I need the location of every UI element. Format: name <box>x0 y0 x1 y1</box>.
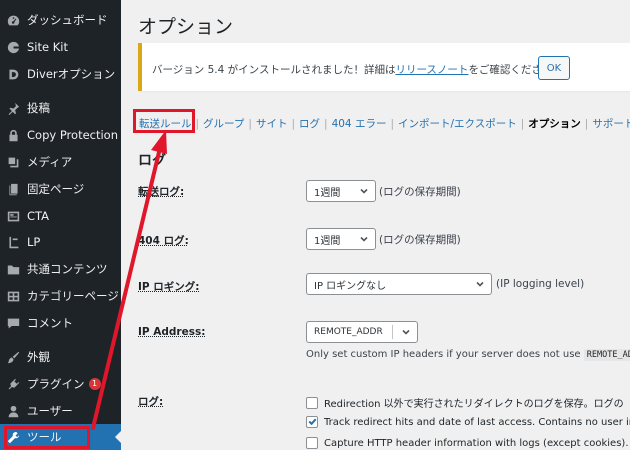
log-external-redirects-checkbox[interactable] <box>306 397 318 409</box>
plugin-update-badge: 1 <box>89 378 101 390</box>
sidebar-item-comments[interactable]: コメント <box>0 310 121 336</box>
select-divider <box>392 325 393 339</box>
log-404-select[interactable]: 1週間 <box>306 228 376 250</box>
comment-icon <box>6 316 20 330</box>
ip-address-select[interactable]: REMOTE_ADDR <box>306 321 418 343</box>
sidebar-item-dashboard[interactable]: ダッシュボード <box>0 7 121 33</box>
chevron-down-icon <box>360 187 368 195</box>
sidebar-item-label: 固定ページ <box>27 181 84 197</box>
dashboard-icon <box>6 13 20 27</box>
log-external-redirects-option[interactable]: Redirection 以外で実行されたリダイレクトのログを保存。ログの <box>306 395 624 410</box>
tab-sites[interactable]: サイト <box>256 118 288 130</box>
admin-sidebar: ダッシュボード Site Kit Diverオプション 投稿 Copy Prot… <box>0 0 121 450</box>
redirect-log-select[interactable]: 1週間 <box>306 180 376 202</box>
sidebar-item-users[interactable]: ユーザー <box>0 398 121 424</box>
page-icon <box>6 182 20 196</box>
sidebar-item-category-page[interactable]: カテゴリーページ <box>0 283 121 309</box>
sidebar-item-label: 外観 <box>27 349 50 365</box>
annotation-highlight-redirects-tab <box>133 109 195 133</box>
log-404-label: 404 ログ: <box>138 233 189 248</box>
log-options-label: ログ: <box>138 394 163 409</box>
diver-icon <box>6 67 20 81</box>
chevron-down-icon <box>402 328 410 336</box>
sidebar-item-pages[interactable]: 固定ページ <box>0 176 121 202</box>
redirection-subnav: 転送ルール | グループ | サイト | ログ | 404 エラー | インポート/エクスポート | オ… <box>139 116 630 131</box>
user-icon <box>6 404 20 418</box>
sidebar-item-media[interactable]: メディア <box>0 149 121 175</box>
sidebar-item-common-content[interactable]: 共通コンテンツ <box>0 256 121 282</box>
sidebar-item-diver-options[interactable]: Diverオプション <box>0 61 121 87</box>
annotation-highlight-tools-menu <box>4 426 90 449</box>
sidebar-item-label: プラグイン <box>27 376 85 392</box>
grid-icon <box>6 289 20 303</box>
ip-logging-label: IP ロギング: <box>138 279 199 294</box>
ip-logging-select[interactable]: IP ロギングなし <box>306 273 492 295</box>
capture-headers-option[interactable]: Capture HTTP header information with log… <box>306 437 630 449</box>
chevron-down-icon <box>360 235 368 243</box>
sidebar-item-label: 投稿 <box>27 100 50 116</box>
track-hits-checkbox[interactable] <box>306 416 318 428</box>
track-hits-option[interactable]: Track redirect hits and date of last acc… <box>306 416 630 428</box>
checkmark-icon <box>307 416 318 427</box>
plugin-icon <box>6 377 20 391</box>
sidebar-item-cta[interactable]: CTA <box>0 203 121 229</box>
ip-address-description: Only set custom IP headers if your serve… <box>306 349 630 360</box>
sidebar-item-label: LP <box>27 235 40 249</box>
sidebar-item-copy-protection[interactable]: Copy Protection <box>0 122 121 148</box>
remote-addr-code: REMOTE_ADDR <box>584 349 630 361</box>
tab-logs[interactable]: ログ <box>299 118 320 130</box>
notice-ok-button[interactable]: OK <box>538 56 570 80</box>
release-notes-link[interactable]: リリースノート <box>395 64 468 76</box>
chevron-down-icon <box>476 280 484 288</box>
section-title: ログ <box>138 150 166 170</box>
tab-404-errors[interactable]: 404 エラー <box>332 118 387 130</box>
main-content: オプション バージョン 5.4 がインストールされました！詳細はリリースノートを… <box>121 0 630 450</box>
page-title: オプション <box>138 12 233 39</box>
update-notice: バージョン 5.4 がインストールされました！詳細はリリースノートをご確認くださ… <box>138 43 630 91</box>
ip-logging-hint: (IP logging level) <box>496 278 584 290</box>
notice-text: バージョン 5.4 がインストールされました！詳細はリリースノートをご確認くださ… <box>152 62 563 77</box>
media-icon <box>6 155 20 169</box>
sidebar-item-posts[interactable]: 投稿 <box>0 95 121 121</box>
sidebar-item-label: CTA <box>27 209 49 223</box>
sidebar-item-label: Copy Protection <box>27 128 118 142</box>
sidebar-item-label: コメント <box>27 315 73 331</box>
sidebar-item-label: ユーザー <box>27 403 73 419</box>
sidebar-item-site-kit[interactable]: Site Kit <box>0 34 121 60</box>
sidebar-item-plugins[interactable]: プラグイン 1 <box>0 371 121 397</box>
tab-options[interactable]: オプション <box>528 118 581 130</box>
tab-support[interactable]: サポート <box>592 118 630 130</box>
cta-icon <box>6 209 20 223</box>
sidebar-item-lp[interactable]: LP <box>0 229 121 255</box>
sidebar-item-label: Diverオプション <box>27 66 115 82</box>
sidebar-item-label: カテゴリーページ <box>27 288 119 304</box>
log-404-hint: (ログの保存期間) <box>379 232 461 247</box>
redirect-log-label: 転送ログ: <box>138 184 184 199</box>
pin-icon <box>6 101 20 115</box>
brush-icon <box>6 350 20 364</box>
capture-headers-checkbox[interactable] <box>306 437 318 449</box>
ip-address-label: IP Address: <box>138 326 205 338</box>
sidebar-item-label: Site Kit <box>27 40 68 54</box>
tab-import-export[interactable]: インポート/エクスポート <box>398 118 517 130</box>
sidebar-item-appearance[interactable]: 外観 <box>0 344 121 370</box>
lp-icon <box>6 235 20 249</box>
lock-icon <box>6 128 20 142</box>
sidebar-item-label: メディア <box>27 154 72 170</box>
sidebar-item-label: ダッシュボード <box>27 12 108 28</box>
folder-icon <box>6 262 20 276</box>
google-g-icon <box>6 40 20 54</box>
tab-groups[interactable]: グループ <box>203 118 244 130</box>
redirect-log-hint: (ログの保存期間) <box>379 184 461 199</box>
sidebar-item-label: 共通コンテンツ <box>27 261 108 277</box>
